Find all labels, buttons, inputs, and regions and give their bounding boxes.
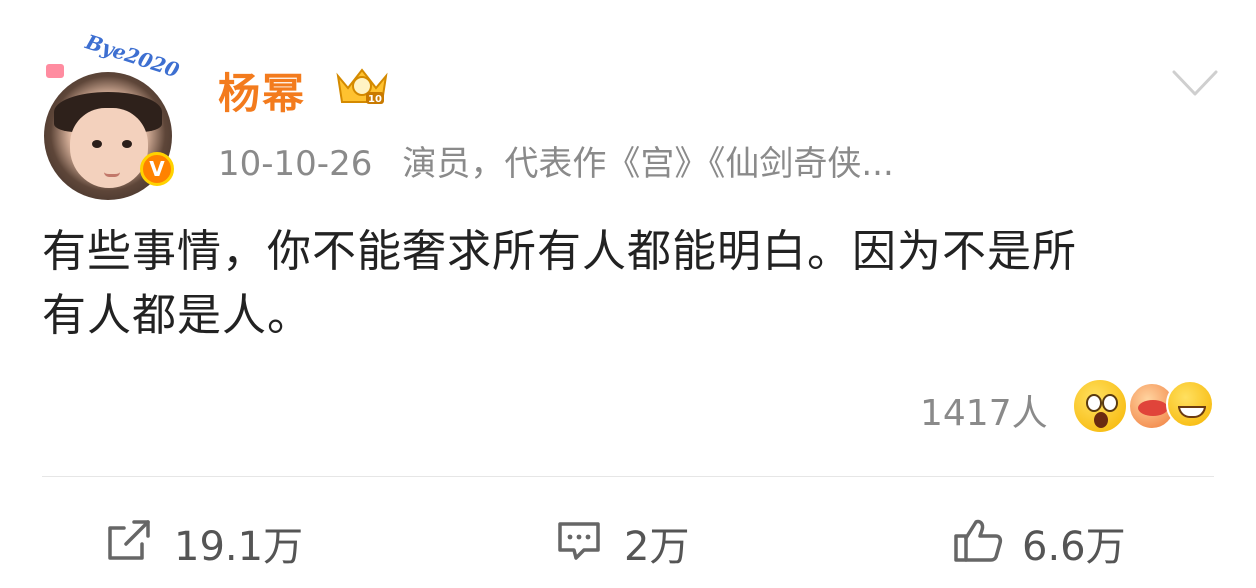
svg-text:10: 10 bbox=[368, 94, 382, 105]
divider bbox=[42, 476, 1214, 477]
post-content: 有些事情，你不能奢求所有人都能明白。因为不是所 有人都是人。 bbox=[42, 220, 1222, 348]
like-count: 6.6万 bbox=[1022, 524, 1126, 570]
comment-icon bbox=[558, 522, 600, 560]
crown-icon[interactable]: 10 bbox=[332, 62, 392, 110]
post-content-line: 有些事情，你不能奢求所有人都能明白。因为不是所 bbox=[42, 226, 1077, 277]
username[interactable]: 杨幂 bbox=[218, 60, 306, 121]
verified-badge: V bbox=[140, 152, 174, 186]
weibo-post-card: Bye2020 V 杨幂 10 10-10-26 演员，代表作《宫》《仙剑奇侠..… bbox=[0, 0, 1256, 588]
repost-count: 19.1万 bbox=[174, 524, 304, 570]
grinning-emoji-icon bbox=[1166, 380, 1214, 428]
user-bio: 演员，代表作《宫》《仙剑奇侠... bbox=[402, 144, 894, 184]
chevron-down-icon[interactable] bbox=[1170, 66, 1220, 100]
post-content-line: 有人都是人。 bbox=[42, 290, 312, 341]
comment-count: 2万 bbox=[624, 524, 690, 570]
share-icon bbox=[108, 520, 150, 560]
avatar[interactable]: Bye2020 V bbox=[44, 30, 182, 200]
reactions-count: 1417人 bbox=[920, 393, 1048, 434]
thumbs-up-icon bbox=[954, 519, 1003, 562]
camera-sticker-icon bbox=[44, 62, 66, 80]
action-bar: 19.1万 2万 6.6万 bbox=[0, 500, 1256, 580]
post-meta: 10-10-26 演员，代表作《宫》《仙剑奇侠... bbox=[218, 136, 894, 185]
post-timestamp: 10-10-26 bbox=[218, 144, 373, 184]
shocked-emoji-icon bbox=[1072, 378, 1128, 434]
